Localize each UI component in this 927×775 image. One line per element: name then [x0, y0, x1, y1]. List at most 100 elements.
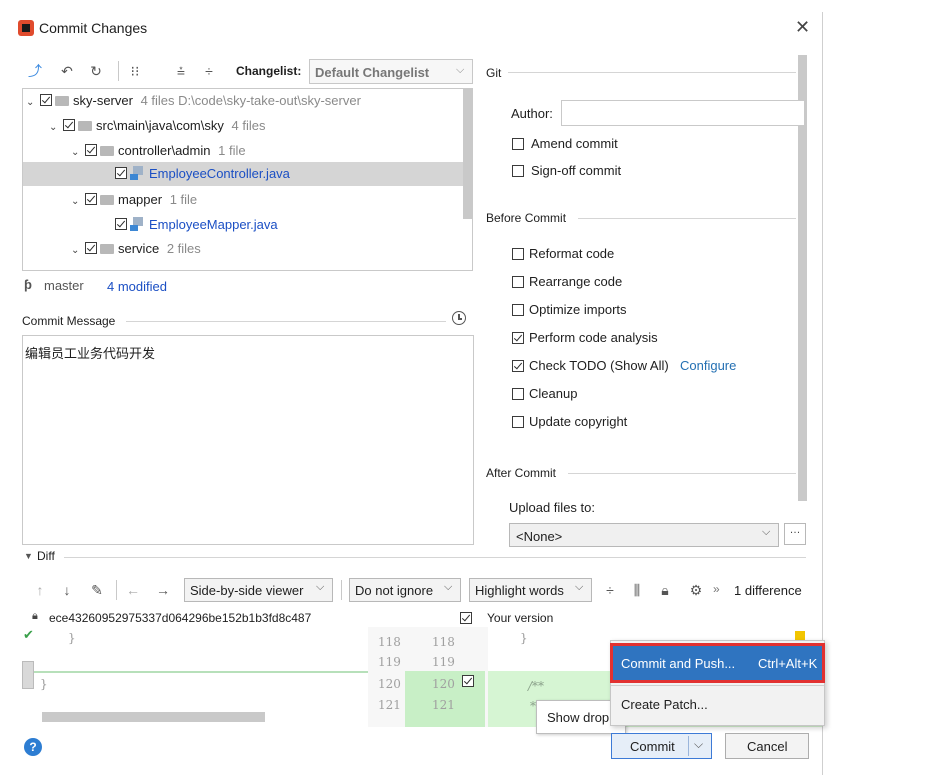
- check-todo-checkbox[interactable]: [512, 360, 524, 372]
- more-icon[interactable]: »: [713, 582, 720, 596]
- menu-item-commit-and-push[interactable]: Commit and Push... Ctrl+Alt+K: [610, 643, 825, 683]
- chevron-down-icon[interactable]: ⌄: [71, 142, 85, 164]
- code-line: }: [40, 677, 48, 691]
- author-input[interactable]: [561, 100, 805, 126]
- sign-off-checkbox[interactable]: [512, 165, 524, 177]
- arrow-down-icon[interactable]: ↓: [58, 581, 76, 599]
- upload-value: <None>: [516, 529, 563, 544]
- arrow-left-icon[interactable]: ←: [124, 581, 142, 599]
- folder-icon: [78, 121, 92, 131]
- cancel-button[interactable]: Cancel: [725, 733, 809, 759]
- tree-row-service[interactable]: ⌄ service 2 files: [71, 238, 201, 260]
- left-change-marker: [22, 661, 34, 689]
- tree-row-controller[interactable]: ⌄ controller\admin 1 file: [71, 140, 246, 162]
- history-icon[interactable]: [452, 311, 466, 325]
- code-analysis-label: Perform code analysis: [529, 330, 658, 345]
- upload-browse-button[interactable]: …: [784, 523, 806, 545]
- viewer-select[interactable]: Side-by-side viewer ⌵: [184, 578, 333, 602]
- update-copyright-checkbox[interactable]: [512, 416, 524, 428]
- modified-count[interactable]: 4 modified: [107, 279, 167, 294]
- close-icon[interactable]: ✕: [795, 17, 810, 38]
- include-change-checkbox[interactable]: [462, 675, 474, 687]
- git-section-label: Git: [486, 66, 502, 80]
- code-analysis-checkbox[interactable]: [512, 332, 524, 344]
- collapse-unchanged-icon[interactable]: ÷: [601, 581, 619, 599]
- commit-message-input[interactable]: 编辑员工业务代码开发: [22, 335, 474, 545]
- author-label: Author:: [511, 106, 553, 121]
- toolbar-separator: [118, 61, 119, 81]
- left-line-number: 121: [378, 698, 401, 712]
- amend-commit-checkbox[interactable]: [512, 138, 524, 150]
- amend-commit-label: Amend commit: [531, 136, 618, 151]
- arrow-up-icon[interactable]: ↑: [31, 581, 49, 599]
- expand-all-icon[interactable]: ⩮: [172, 62, 190, 80]
- branch-name[interactable]: master: [44, 278, 84, 293]
- folder-icon: [100, 195, 114, 205]
- chevron-down-icon[interactable]: ⌄: [71, 191, 85, 213]
- group-by-icon[interactable]: ⁝⁝: [126, 62, 144, 80]
- checkbox[interactable]: [85, 193, 97, 205]
- highlight-select[interactable]: Highlight words ⌵: [469, 578, 592, 602]
- difference-count: 1 difference: [734, 583, 802, 598]
- help-button[interactable]: ?: [24, 738, 42, 756]
- changelist-select[interactable]: Default Changelist ⌵: [309, 59, 473, 84]
- branch-icon: ƥ: [24, 277, 32, 292]
- left-revision-hash: ece43260952975337d064296be152b1b3fd8c487: [49, 611, 312, 625]
- sync-scroll-icon[interactable]: ⫼: [628, 581, 646, 599]
- checkbox[interactable]: [85, 242, 97, 254]
- diff-collapse-icon[interactable]: ▼: [24, 551, 33, 561]
- tree-label: EmployeeController.java: [149, 166, 290, 181]
- java-file-icon: [130, 166, 145, 180]
- changes-tree[interactable]: ⌄ sky-server 4 files D:\code\sky-take-out…: [22, 88, 473, 271]
- changelist-label: Changelist:: [236, 64, 302, 78]
- checkbox[interactable]: [115, 167, 127, 179]
- refresh-icon[interactable]: ↻: [87, 62, 105, 80]
- reformat-checkbox[interactable]: [512, 248, 524, 260]
- tree-row-root[interactable]: ⌄ sky-server 4 files D:\code\sky-take-out…: [26, 90, 361, 112]
- include-checkbox[interactable]: [460, 612, 472, 624]
- checkbox[interactable]: [63, 119, 75, 131]
- lock-icon[interactable]: 🔒︎: [656, 581, 674, 599]
- commit-label: Commit: [630, 739, 675, 754]
- tree-label: mapper: [118, 192, 163, 207]
- chevron-down-icon[interactable]: ⌄: [49, 117, 63, 139]
- rearrange-checkbox[interactable]: [512, 276, 524, 288]
- ignore-select[interactable]: Do not ignore ⌵: [349, 578, 461, 602]
- code-line: }: [520, 631, 528, 645]
- chevron-down-icon: ⌵: [444, 581, 453, 593]
- highlight-value: Highlight words: [475, 583, 564, 598]
- sign-off-label: Sign-off commit: [531, 163, 622, 178]
- horizontal-scrollbar[interactable]: [42, 712, 265, 722]
- code-line: /**: [528, 679, 545, 693]
- arrow-right-icon[interactable]: →: [154, 581, 172, 599]
- checkbox[interactable]: [85, 144, 97, 156]
- ignore-value: Do not ignore: [355, 583, 434, 598]
- checkbox[interactable]: [40, 94, 52, 106]
- settings-gear-icon[interactable]: ⚙: [687, 581, 705, 599]
- move-to-changelist-icon[interactable]: ⤴: [26, 62, 44, 80]
- chevron-down-icon[interactable]: ⌄: [71, 240, 85, 262]
- upload-select[interactable]: <None> ⌵: [509, 523, 779, 547]
- toolbar-separator: [341, 580, 342, 600]
- chevron-down-icon[interactable]: ⌵: [694, 737, 703, 752]
- optimize-imports-checkbox[interactable]: [512, 304, 524, 316]
- checkbox[interactable]: [115, 218, 127, 230]
- undo-icon[interactable]: ↶: [58, 62, 76, 80]
- help-icon: ?: [29, 740, 37, 754]
- configure-link[interactable]: Configure: [680, 358, 736, 373]
- menu-item-create-patch[interactable]: Create Patch...: [613, 691, 822, 719]
- cleanup-checkbox[interactable]: [512, 388, 524, 400]
- collapse-all-icon[interactable]: ÷: [200, 62, 218, 80]
- tree-row-mapper-file[interactable]: EmployeeMapper.java: [115, 214, 278, 236]
- tree-scrollbar[interactable]: [463, 89, 472, 219]
- commit-button[interactable]: Commit ⌵: [611, 733, 712, 759]
- code-line: }: [68, 631, 76, 645]
- divider: [64, 557, 806, 558]
- edit-icon[interactable]: ✎: [88, 581, 106, 599]
- tree-row-src[interactable]: ⌄ src\main\java\com\sky 4 files: [49, 115, 265, 137]
- window-title: Commit Changes: [39, 20, 148, 36]
- tree-row-mapper[interactable]: ⌄ mapper 1 file: [71, 189, 197, 211]
- module-icon: [55, 96, 69, 106]
- tree-row-controller-file[interactable]: EmployeeController.java: [115, 163, 290, 185]
- chevron-down-icon[interactable]: ⌄: [26, 92, 40, 114]
